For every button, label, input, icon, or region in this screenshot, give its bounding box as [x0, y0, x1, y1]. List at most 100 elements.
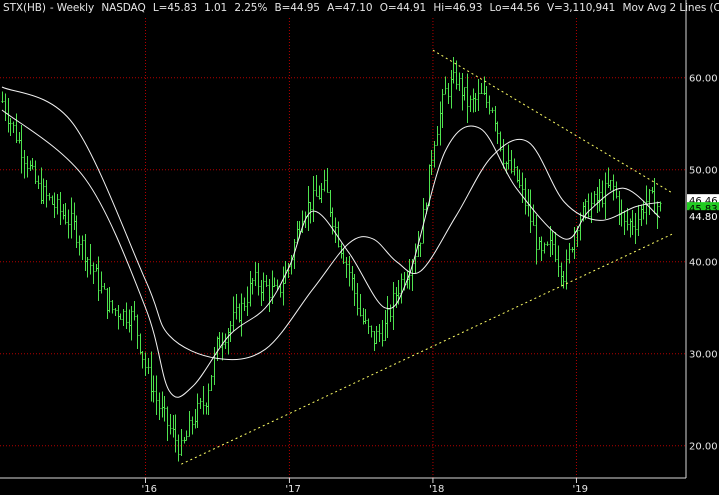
- price-bar: [651, 186, 654, 194]
- price-bar: [419, 242, 422, 258]
- price-bar: [483, 76, 486, 95]
- price-bar: [29, 160, 32, 172]
- price-tag-label: 44.80: [689, 212, 718, 223]
- price-bar: [254, 261, 257, 286]
- price-bar: [67, 209, 70, 239]
- price-bar: [598, 179, 601, 212]
- price-bar: [92, 262, 95, 284]
- price-bar: [246, 286, 249, 317]
- y-tick-label: 40.00: [689, 257, 718, 268]
- price-bar: [345, 257, 348, 278]
- price-bar: [81, 235, 84, 261]
- price-bar: [136, 314, 139, 350]
- axes: 20.00 30.00 40.00 50.00 60.00 '16 '17 '18 '19: [0, 0, 718, 495]
- price-bar: [73, 202, 76, 231]
- price-bar: [554, 231, 557, 262]
- price-bar: [601, 180, 604, 208]
- price-bar: [351, 265, 354, 291]
- price-bar: [466, 73, 469, 123]
- price-bar: [609, 179, 612, 191]
- price-bar: [45, 179, 48, 208]
- price-bar: [367, 318, 370, 334]
- price-bar: [48, 192, 51, 201]
- price-bar: [180, 428, 183, 457]
- price-bar: [455, 60, 458, 90]
- price-bar: [549, 226, 552, 257]
- price-bar: [573, 226, 576, 260]
- price-bar: [329, 190, 332, 218]
- price-bar: [251, 278, 254, 295]
- price-bar: [213, 346, 216, 385]
- price-bar: [560, 262, 563, 287]
- x-tick-label: '18: [429, 484, 444, 495]
- price-bar: [496, 121, 499, 144]
- price-bar: [452, 56, 455, 84]
- price-bar: [631, 209, 634, 235]
- price-bar: [26, 155, 29, 178]
- price-bar: [155, 375, 158, 416]
- price-bar: [257, 262, 260, 296]
- price-bar: [37, 175, 40, 189]
- price-bar: [56, 193, 59, 215]
- price-bar: [122, 309, 125, 327]
- price-bar: [103, 282, 106, 290]
- price-bar: [235, 293, 238, 320]
- price-bar: [177, 434, 180, 462]
- price-bar: [227, 327, 230, 355]
- price-bar: [106, 288, 109, 319]
- price-bar: [166, 406, 169, 441]
- price-bar: [337, 221, 340, 248]
- price-bar: [579, 212, 582, 241]
- price-bar: [637, 204, 640, 236]
- price-bar: [653, 178, 656, 214]
- price-bar: [75, 215, 78, 248]
- plot-area[interactable]: 20.00 30.00 40.00 50.00 60.00 '16 '17 '18 '19 46…: [0, 0, 719, 495]
- price-bar: [540, 236, 543, 262]
- price-bar: [323, 170, 326, 192]
- price-bar: [262, 272, 265, 301]
- stock-chart: STX(HB) - Weekly NASDAQ L=45.83 1.01 2.25…: [0, 0, 719, 495]
- price-bar: [238, 303, 241, 323]
- price-bar: [568, 243, 571, 264]
- price-bar: [623, 210, 626, 236]
- price-bar: [158, 392, 161, 421]
- price-bar: [42, 178, 45, 204]
- price-bar: [84, 234, 87, 271]
- price-bar: [538, 236, 541, 250]
- price-bar: [64, 202, 67, 225]
- price-bar: [128, 309, 131, 333]
- price-bar: [20, 124, 23, 174]
- price-bar: [543, 242, 546, 254]
- price-bar: [174, 414, 177, 453]
- price-bar: [221, 332, 224, 361]
- price-bar: [191, 416, 194, 435]
- price-bar: [447, 82, 450, 105]
- price-tag-lower-tag: 44.80: [687, 210, 719, 223]
- price-bar: [461, 72, 464, 111]
- price-bar: [353, 274, 356, 307]
- price-bar: [312, 175, 315, 222]
- price-bar: [240, 293, 243, 337]
- price-bar: [185, 430, 188, 441]
- price-bar: [648, 189, 651, 215]
- price-bar: [612, 174, 615, 201]
- price-bar: [320, 182, 323, 204]
- price-bar: [100, 271, 103, 294]
- price-bar: [18, 132, 21, 144]
- price-bar: [356, 282, 359, 316]
- price-bar: [626, 207, 629, 231]
- price-bar: [477, 78, 480, 112]
- price-bar: [9, 118, 12, 136]
- price-bar: [210, 375, 213, 392]
- price-bar: [381, 319, 384, 347]
- price-bar: [488, 95, 491, 115]
- price-bar: [161, 391, 164, 418]
- price-bar: [513, 158, 516, 176]
- price-bar: [472, 88, 475, 113]
- price-bar: [326, 168, 329, 193]
- price-bar: [51, 195, 54, 205]
- y-tick-label: 50.00: [689, 165, 718, 176]
- price-bar: [1, 91, 4, 103]
- price-bar: [596, 186, 599, 214]
- price-bar: [571, 246, 574, 253]
